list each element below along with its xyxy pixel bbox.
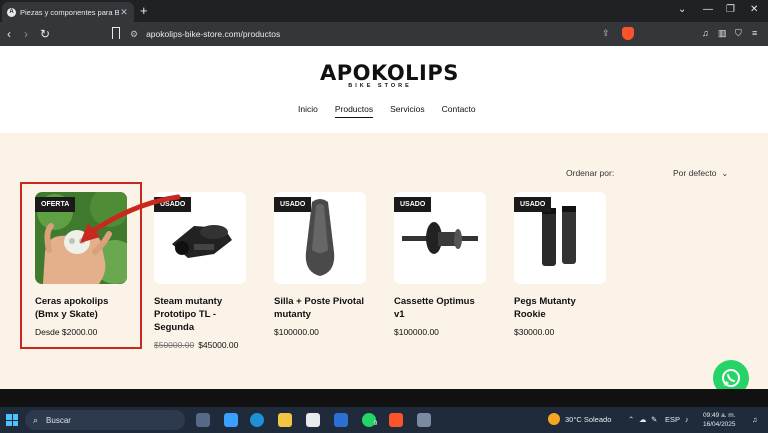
outlook-icon[interactable] (334, 413, 348, 427)
taskbar: ⌕ Buscar 9 30°C Soleado ⌃ ☁ ✎ ESP ♪ 09:4… (0, 407, 768, 433)
widgets-icon[interactable] (224, 413, 238, 427)
minimize-button[interactable]: — (703, 4, 713, 16)
share-icon[interactable]: ⇪ (602, 28, 610, 39)
nav-servicios[interactable]: Servicios (390, 104, 424, 118)
chevron-down-icon: ⌄ (721, 169, 729, 178)
language-indicator[interactable]: ESP (665, 415, 680, 424)
store-icon[interactable] (306, 413, 320, 427)
product-name[interactable]: Pegs Mutanty Rookie (514, 295, 606, 321)
sidebar-icon[interactable]: ▥ (718, 28, 727, 39)
product-image[interactable]: USADO (394, 192, 486, 284)
footer-band (0, 389, 768, 407)
whatsapp-icon (722, 369, 740, 387)
old-price: $50000.00 (154, 340, 195, 350)
task-view-icon[interactable] (196, 413, 210, 427)
bookmark-icon[interactable] (112, 27, 120, 39)
calculator-icon[interactable] (417, 413, 431, 427)
sort-value: Por defecto (673, 168, 717, 178)
onedrive-icon[interactable]: ☁ (639, 415, 647, 424)
product-name[interactable]: Silla + Poste Pivotal mutanty (274, 295, 366, 321)
clock[interactable]: 09:49 a. m. 16/04/2025 (703, 411, 736, 429)
sort-select[interactable]: Por defecto ⌄ (673, 168, 728, 178)
product-price: $100000.00 (394, 327, 486, 337)
current-price: $45000.00 (198, 340, 239, 350)
restore-button[interactable]: ❐ (726, 4, 735, 16)
weather-text[interactable]: 30°C Soleado (565, 415, 611, 424)
product-name[interactable]: Steam mutanty Prototipo TL - Segunda (154, 295, 246, 334)
windows-start-icon[interactable] (6, 414, 18, 426)
used-badge: USADO (394, 197, 432, 212)
whatsapp-button[interactable] (713, 360, 749, 389)
close-window-button[interactable]: ✕ (750, 4, 758, 16)
tab-active[interactable]: A Piezas y componentes para BM ✕ (2, 2, 134, 22)
nav-inicio[interactable]: Inicio (298, 104, 318, 118)
site-settings-icon[interactable]: ⚙ (130, 29, 138, 40)
tab-title: Piezas y componentes para BM (20, 7, 119, 17)
new-tab-button[interactable]: + (140, 3, 148, 19)
volume-icon[interactable]: ♪ (685, 415, 689, 424)
site-header: APOKOLIPS BIKE STORE Inicio Productos Se… (0, 46, 768, 133)
file-explorer-icon[interactable] (278, 413, 292, 427)
tab-strip: A Piezas y componentes para BM ✕ + ⌄ — ❐… (0, 0, 768, 22)
back-button[interactable]: ‹ (7, 26, 11, 42)
notification-count: 9 (374, 421, 378, 427)
tab-list-chevron-icon[interactable]: ⌄ (678, 4, 686, 16)
sort-label: Ordenar por: (566, 168, 615, 178)
product-card[interactable]: USADO Silla + Poste Pivotal mutanty $100… (274, 192, 366, 337)
current-price: $30000.00 (514, 327, 555, 337)
current-price: $100000.00 (274, 327, 319, 337)
forward-button[interactable]: › (24, 26, 28, 42)
current-price: $100000.00 (394, 327, 439, 337)
address-bar[interactable]: ⚙ apokolips-bike-store.com/productos (130, 25, 640, 43)
product-price: $50000.00 $45000.00 (154, 340, 246, 350)
tab-close-icon[interactable]: ✕ (119, 7, 129, 18)
url-text: apokolips-bike-store.com/productos (146, 29, 281, 39)
nav-productos[interactable]: Productos (334, 104, 374, 118)
product-card[interactable]: USADO Cassette Optimus v1 $100000.00 (394, 192, 486, 337)
used-badge: USADO (274, 197, 312, 212)
site-logo[interactable]: APOKOLIPS BIKE STORE (320, 61, 459, 89)
brave-shields-icon[interactable] (622, 27, 634, 40)
product-section: Ordenar por: Por defecto ⌄ OFERTA Ceras … (0, 133, 768, 389)
logo-main-text: APOKOLIPS (320, 61, 459, 85)
product-image[interactable]: USADO (514, 192, 606, 284)
used-badge: USADO (514, 197, 552, 212)
menu-icon[interactable]: ≡ (752, 28, 757, 38)
product-image[interactable]: USADO (274, 192, 366, 284)
edge-icon[interactable] (250, 413, 264, 427)
brave-taskbar-icon[interactable] (389, 413, 403, 427)
media-icon[interactable]: ♫ (702, 28, 709, 38)
product-price: $100000.00 (274, 327, 366, 337)
product-price: $30000.00 (514, 327, 606, 337)
show-hidden-icons[interactable]: ⌃ (628, 415, 634, 424)
arrow-annotation-icon (80, 194, 181, 243)
web-page: APOKOLIPS BIKE STORE Inicio Productos Se… (0, 46, 768, 389)
site-favicon-icon: A (7, 7, 16, 17)
main-nav: Inicio Productos Servicios Contacto (298, 104, 476, 118)
product-card[interactable]: USADO Pegs Mutanty Rookie $30000.00 (514, 192, 606, 337)
search-icon: ⌕ (33, 414, 39, 425)
browser-toolbar: ‹ › ↻ ⚙ apokolips-bike-store.com/product… (0, 22, 768, 46)
notification-bell-icon[interactable]: ♫ (752, 415, 758, 424)
vpn-shield-icon[interactable]: ⛉ (735, 28, 742, 39)
clock-time: 09:49 a. m. (703, 412, 736, 419)
reload-button[interactable]: ↻ (40, 26, 50, 42)
search-placeholder: Buscar (46, 415, 71, 425)
taskbar-search[interactable]: ⌕ Buscar (25, 410, 185, 430)
nav-contacto[interactable]: Contacto (442, 104, 476, 118)
product-name[interactable]: Cassette Optimus v1 (394, 295, 486, 321)
weather-icon[interactable] (548, 413, 560, 425)
clock-date: 16/04/2025 (703, 421, 736, 428)
input-icon[interactable]: ✎ (651, 415, 657, 424)
